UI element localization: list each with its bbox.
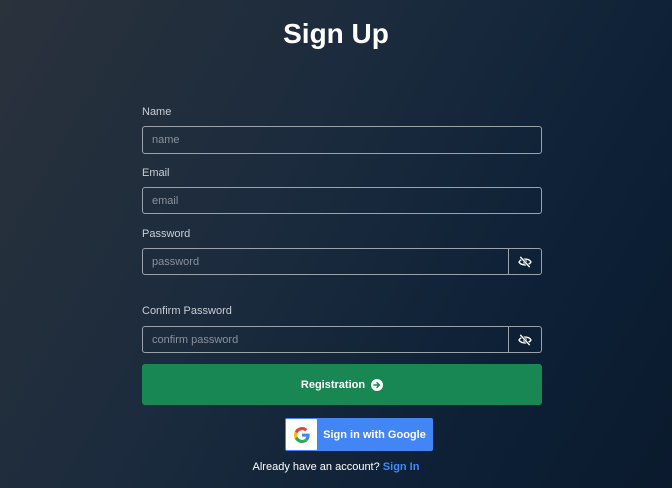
eye-slash-icon — [518, 255, 532, 268]
google-g-icon — [293, 426, 310, 443]
page-title: Sign Up — [283, 18, 389, 49]
password-visibility-toggle[interactable] — [508, 249, 541, 274]
confirm-password-visibility-toggle[interactable] — [508, 327, 541, 352]
arrow-right-circle-icon — [371, 378, 384, 391]
eye-slash-icon — [518, 333, 532, 346]
registration-label: Registration — [300, 378, 366, 391]
google-logo-container — [286, 419, 317, 450]
confirm-password-label: Confirm Password — [142, 305, 232, 317]
google-signin-label: Sign in with Google — [323, 428, 426, 441]
name-input[interactable] — [142, 126, 542, 154]
email-label: Email — [142, 167, 170, 179]
password-label: Password — [142, 228, 191, 240]
email-input[interactable] — [142, 187, 542, 214]
signin-link[interactable]: Sign In — [383, 461, 420, 473]
google-signin-button[interactable]: Sign in with Google — [285, 418, 433, 451]
password-group — [142, 248, 542, 275]
signin-prompt-text: Already have an account? — [252, 461, 380, 473]
password-input[interactable] — [143, 249, 508, 274]
registration-button[interactable]: Registration — [142, 364, 542, 405]
confirm-password-group — [142, 326, 542, 353]
confirm-password-input[interactable] — [143, 327, 508, 352]
name-label: Name — [142, 106, 172, 118]
signin-prompt: Already have an account? Sign In — [0, 461, 672, 473]
